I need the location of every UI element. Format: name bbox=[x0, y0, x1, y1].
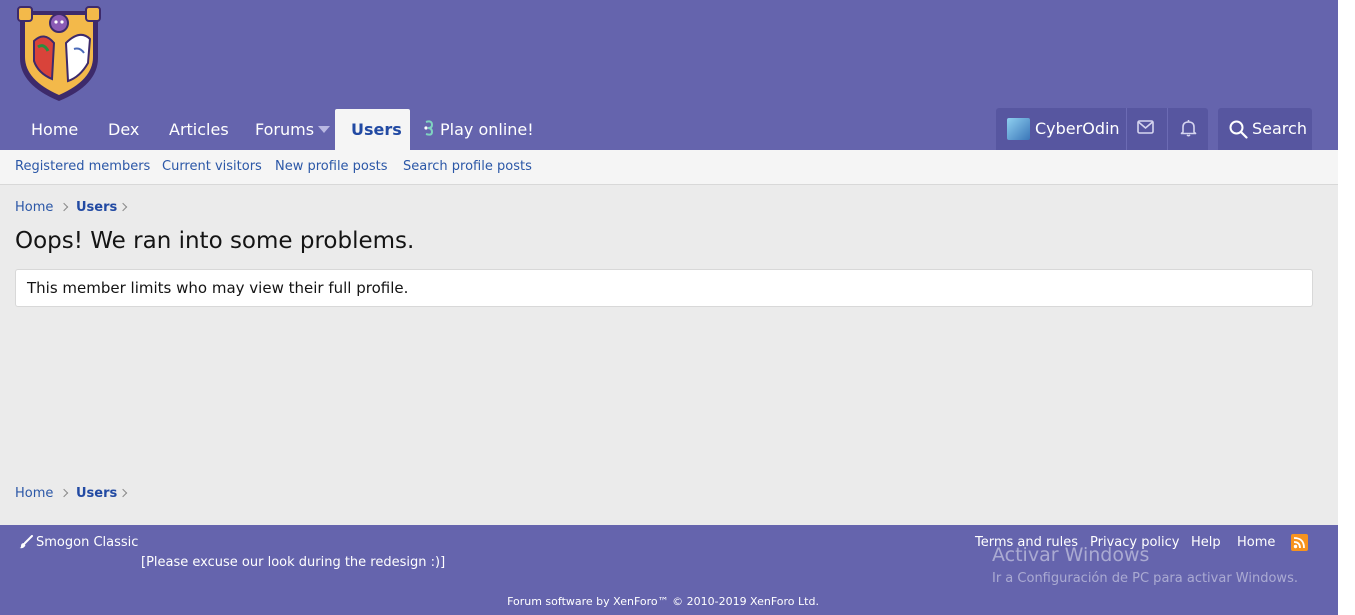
user-box-divider bbox=[1126, 108, 1127, 150]
chevron-right-icon bbox=[59, 202, 69, 212]
style-name: Smogon Classic bbox=[36, 535, 139, 550]
footer-home-link[interactable]: Home bbox=[1237, 534, 1275, 551]
windows-activation-title: Activar Windows bbox=[992, 544, 1150, 566]
search-icon bbox=[1229, 120, 1248, 139]
avatar[interactable] bbox=[1007, 118, 1030, 140]
breadcrumb-home[interactable]: Home bbox=[15, 485, 53, 502]
rss-icon[interactable] bbox=[1291, 534, 1308, 551]
subnav-registered-members[interactable]: Registered members bbox=[15, 158, 150, 175]
site-logo-icon[interactable] bbox=[14, 3, 104, 103]
error-message-text: This member limits who may view their fu… bbox=[27, 279, 409, 297]
username[interactable]: CyberOdin bbox=[1035, 119, 1120, 139]
page-title: Oops! We ran into some problems. bbox=[15, 228, 415, 254]
breadcrumb-home[interactable]: Home bbox=[15, 199, 53, 216]
chevron-right-icon bbox=[118, 488, 128, 498]
site-footer: Smogon Classic [Please excuse our look d… bbox=[0, 525, 1338, 615]
sub-navigation: Registered members Current visitors New … bbox=[0, 150, 1338, 185]
site-header: Home Dex Articles Forums Users Play onli… bbox=[0, 0, 1338, 150]
nav-tab-play-online[interactable]: Play online! bbox=[440, 109, 534, 150]
play-icon bbox=[424, 120, 434, 136]
forums-caret-icon[interactable] bbox=[318, 126, 330, 133]
footer-help-link[interactable]: Help bbox=[1191, 534, 1221, 551]
page: Home Dex Articles Forums Users Play onli… bbox=[0, 0, 1338, 615]
chevron-right-icon bbox=[59, 488, 69, 498]
nav-tab-home[interactable]: Home bbox=[31, 109, 78, 150]
nav-tab-articles[interactable]: Articles bbox=[169, 109, 229, 150]
user-box-divider bbox=[1167, 108, 1168, 150]
error-message-box: This member limits who may view their fu… bbox=[15, 269, 1313, 307]
search-label: Search bbox=[1252, 119, 1307, 138]
bell-icon[interactable] bbox=[1180, 119, 1197, 137]
breadcrumb-users[interactable]: Users bbox=[76, 485, 117, 502]
redesign-note: [Please excuse our look during the redes… bbox=[141, 555, 446, 570]
chevron-right-icon bbox=[118, 202, 128, 212]
scrollbar[interactable] bbox=[1338, 0, 1355, 615]
search-button[interactable]: Search bbox=[1218, 108, 1312, 150]
subnav-current-visitors[interactable]: Current visitors bbox=[162, 158, 262, 175]
breadcrumb-users[interactable]: Users bbox=[76, 199, 117, 216]
windows-activation-subtitle: Ir a Configuración de PC para activar Wi… bbox=[992, 571, 1298, 586]
mail-icon[interactable] bbox=[1137, 120, 1154, 134]
subnav-search-profile-posts[interactable]: Search profile posts bbox=[403, 158, 532, 175]
nav-tab-users[interactable]: Users bbox=[335, 109, 410, 150]
copyright: Forum software by XenForo™ © 2010-2019 X… bbox=[507, 595, 819, 608]
subnav-new-profile-posts[interactable]: New profile posts bbox=[275, 158, 388, 175]
nav-tab-forums[interactable]: Forums bbox=[255, 109, 314, 150]
brush-icon bbox=[19, 535, 33, 549]
nav-tab-dex[interactable]: Dex bbox=[108, 109, 139, 150]
